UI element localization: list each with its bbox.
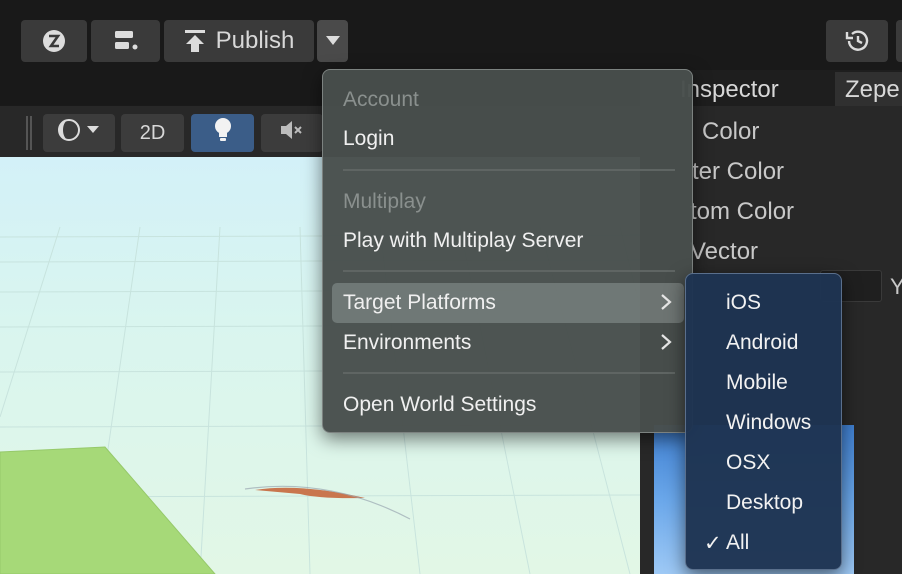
menu-separator bbox=[343, 169, 675, 171]
platform-android[interactable]: Android bbox=[726, 331, 798, 355]
menu-item-open-world-settings[interactable]: Open World Settings bbox=[332, 385, 684, 425]
lightbulb-icon bbox=[213, 117, 233, 149]
menu-item-environments[interactable]: Environments bbox=[332, 323, 684, 363]
platform-osx[interactable]: OSX bbox=[726, 451, 770, 475]
audio-toggle-button[interactable] bbox=[261, 114, 323, 152]
platform-windows[interactable]: Windows bbox=[726, 411, 811, 435]
vector-y-label: Y bbox=[890, 274, 902, 299]
menu-item-target-platforms[interactable]: Target Platforms bbox=[332, 283, 684, 323]
menu-separator bbox=[343, 270, 675, 272]
lighting-toggle-button[interactable] bbox=[191, 114, 254, 152]
platform-desktop[interactable]: Desktop bbox=[726, 491, 803, 515]
shading-mode-dropdown[interactable] bbox=[43, 114, 115, 152]
toolbar-grip-icon[interactable] bbox=[26, 116, 32, 150]
property-color: Color bbox=[702, 118, 760, 145]
menu-item-label: Target Platforms bbox=[343, 291, 496, 314]
chevron-right-icon bbox=[660, 333, 672, 357]
history-icon bbox=[844, 29, 870, 53]
publish-dropdown-menu: Account Login Multiplay Play with Multip… bbox=[322, 69, 693, 433]
shading-sphere-icon bbox=[57, 118, 101, 148]
menu-header-multiplay: Multiplay bbox=[343, 190, 426, 213]
account-button[interactable] bbox=[896, 20, 902, 62]
publish-label: Publish bbox=[215, 27, 295, 54]
menu-item-label: Login bbox=[343, 127, 395, 150]
publish-dropdown-button[interactable] bbox=[317, 20, 348, 62]
checkmark-icon: ✓ bbox=[704, 532, 722, 555]
tab-zepeto[interactable]: Zepe bbox=[835, 72, 902, 106]
menu-item-label: Open World Settings bbox=[343, 393, 537, 416]
property-center-color: ter Color bbox=[692, 158, 785, 185]
2d-toggle-button[interactable]: 2D bbox=[121, 114, 184, 152]
server-button[interactable] bbox=[91, 20, 160, 62]
zepeto-logo-icon bbox=[42, 29, 66, 53]
upload-icon bbox=[184, 29, 206, 53]
platform-all[interactable]: All bbox=[726, 531, 749, 555]
main-toolbar: Publish bbox=[0, 0, 902, 70]
menu-item-label: Play with Multiplay Server bbox=[343, 229, 584, 252]
history-button[interactable] bbox=[826, 20, 888, 62]
menu-item-login[interactable]: Login bbox=[332, 119, 684, 159]
zepeto-button[interactable] bbox=[21, 20, 87, 62]
property-vector: Vector bbox=[690, 238, 759, 265]
menu-separator bbox=[343, 372, 675, 374]
menu-item-label: Environments bbox=[343, 331, 472, 354]
publish-button[interactable]: Publish bbox=[164, 20, 314, 62]
caret-down-icon bbox=[325, 36, 340, 46]
platform-ios[interactable]: iOS bbox=[726, 291, 761, 315]
menu-header-account: Account bbox=[343, 88, 419, 111]
tab-inspector[interactable]: Inspector bbox=[680, 72, 830, 106]
ground-plane[interactable] bbox=[0, 447, 215, 574]
platform-mobile[interactable]: Mobile bbox=[726, 371, 788, 395]
server-icon bbox=[113, 29, 139, 53]
property-bottom-color: tom Color bbox=[690, 198, 795, 225]
chevron-right-icon bbox=[660, 293, 672, 317]
menu-item-play-multiplay[interactable]: Play with Multiplay Server bbox=[332, 221, 684, 261]
muted-speaker-icon bbox=[279, 119, 305, 147]
target-platforms-submenu: iOS Android Mobile Windows OSX Desktop ✓… bbox=[685, 273, 842, 570]
